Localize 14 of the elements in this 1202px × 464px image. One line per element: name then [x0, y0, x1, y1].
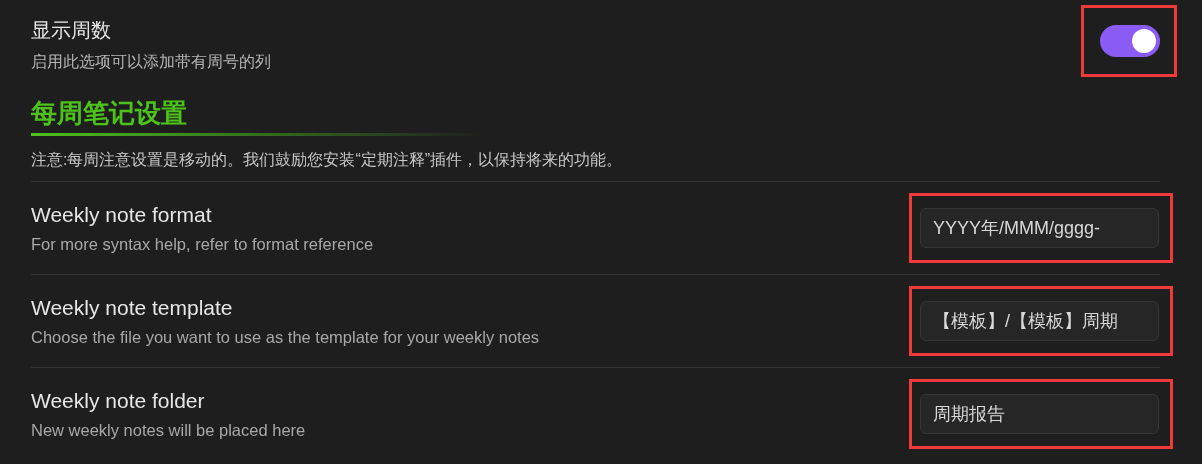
setting-description: Choose the file you want to use as the template for your weekly notes — [31, 327, 540, 347]
input-field[interactable]: 周期报告 — [920, 394, 1159, 434]
setting-title: Weekly note folder — [31, 388, 206, 413]
notice-text: 注意:每周注意设置是移动的。我们鼓励您安装“定期注释”插件，以保持将来的功能。 — [31, 150, 1160, 182]
setting-title: 显示周数 — [31, 18, 112, 43]
input-field[interactable]: YYYY年/MMM/gggg- — [920, 208, 1159, 248]
section-heading: 每周笔记设置 — [31, 97, 188, 130]
setting-title: Weekly note format — [31, 202, 213, 227]
setting-description: New weekly notes will be placed here — [31, 420, 306, 440]
setting-title: Weekly note template — [31, 295, 234, 320]
setting-description: For more syntax help, refer to format reference — [31, 234, 374, 254]
setting-description: 启用此选项可以添加带有周号的列 — [31, 52, 271, 72]
toggle-switch[interactable] — [1100, 25, 1160, 57]
input-field[interactable]: 【模板】/【模板】周期 — [920, 301, 1159, 341]
